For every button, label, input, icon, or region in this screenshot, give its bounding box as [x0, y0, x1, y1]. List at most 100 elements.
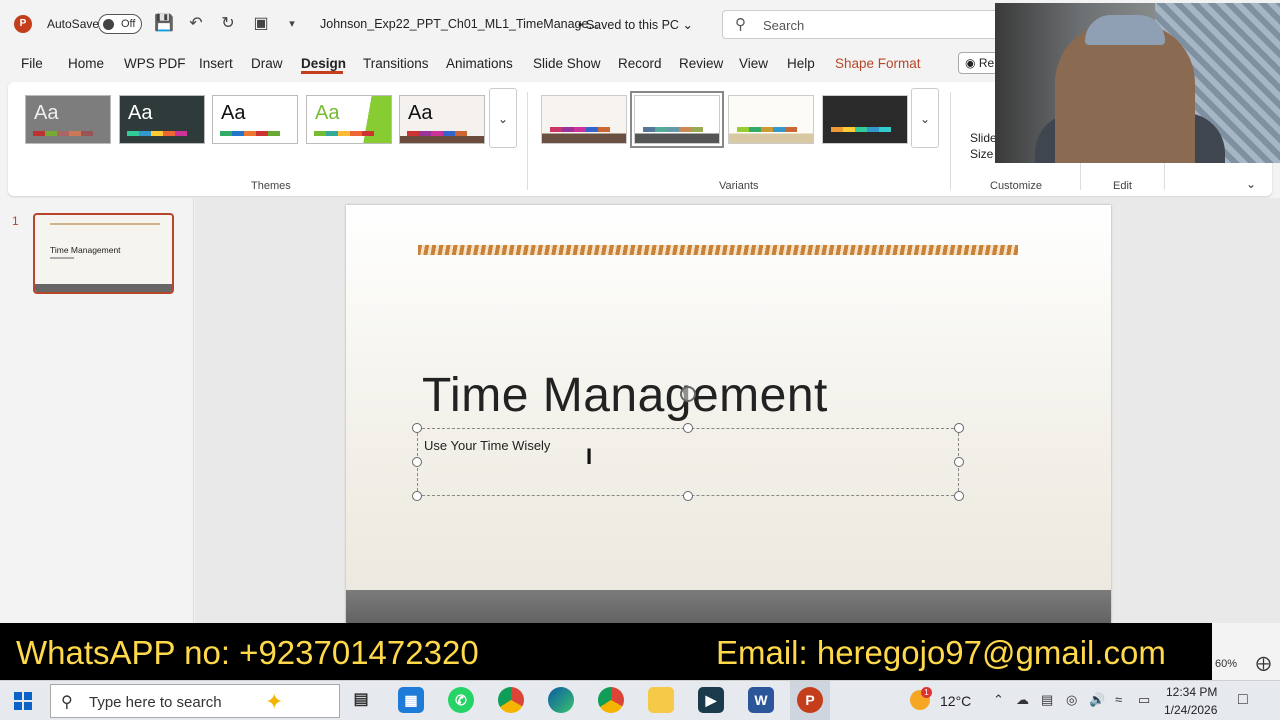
resize-handle[interactable]	[412, 491, 422, 501]
tab-insert[interactable]: Insert	[199, 56, 233, 71]
windows-start-icon[interactable]	[14, 692, 32, 710]
start-logo-square	[24, 702, 32, 710]
autosave-state: Off	[121, 18, 136, 30]
variant-color-swatches	[643, 127, 703, 132]
autosave-toggle[interactable]: Off	[98, 14, 142, 34]
sparkle-icon: ✦	[265, 689, 284, 714]
record-button-label: Re	[978, 56, 995, 70]
clock-date[interactable]: 1/24/2026	[1164, 703, 1217, 717]
variant-thumbnail[interactable]	[822, 95, 908, 144]
fit-to-window-icon[interactable]: ⨁	[1256, 654, 1271, 672]
chrome-profile-icon[interactable]	[598, 687, 624, 713]
volume-icon[interactable]: 🔊	[1089, 692, 1105, 708]
subtitle-text[interactable]: Use Your Time Wisely	[424, 438, 550, 453]
themes-more-button[interactable]: ⌄	[489, 88, 517, 148]
variant-thumbnail[interactable]	[728, 95, 814, 144]
whatsapp-icon[interactable]: ✆	[448, 687, 474, 713]
start-logo-square	[24, 692, 32, 700]
variant-color-swatches	[737, 127, 797, 132]
resize-handle[interactable]	[954, 423, 964, 433]
tab-review[interactable]: Review	[679, 56, 723, 71]
notification-icon[interactable]: □	[1238, 691, 1248, 709]
tab-slide-show[interactable]: Slide Show	[533, 56, 601, 71]
group-divider	[527, 92, 528, 190]
tab-wps-pdf[interactable]: WPS PDF	[124, 56, 186, 71]
rotate-handle-icon[interactable]	[680, 386, 696, 402]
present-icon[interactable]: ▣	[251, 13, 271, 35]
tab-animations[interactable]: Animations	[446, 56, 513, 71]
microphone-icon[interactable]: ◎	[1066, 692, 1077, 708]
variant-thumbnail[interactable]	[541, 95, 627, 144]
contact-banner: WhatsAPP no: +923701472320 Email: herego…	[0, 623, 1212, 680]
search-icon: ⚲	[61, 694, 73, 711]
tab-help[interactable]: Help	[787, 56, 815, 71]
temperature[interactable]: 12°C	[940, 693, 971, 709]
undo-icon[interactable]: ↶	[186, 13, 206, 35]
resize-handle[interactable]	[683, 491, 693, 501]
chevron-down-icon: ⌄	[682, 18, 693, 32]
record-button[interactable]: ◉ Re	[958, 52, 998, 74]
theme-thumbnail[interactable]: Aa	[212, 95, 298, 144]
file-explorer-icon[interactable]	[648, 687, 674, 713]
search-icon: ⚲	[735, 16, 746, 33]
tab-record[interactable]: Record	[618, 56, 662, 71]
start-logo-square	[14, 702, 22, 710]
task-view-icon[interactable]: ▤	[348, 687, 374, 713]
resize-handle[interactable]	[954, 491, 964, 501]
clock-time[interactable]: 12:34 PM	[1166, 685, 1217, 699]
redo-icon[interactable]: ↻	[218, 13, 238, 35]
toggle-knob	[103, 19, 114, 30]
resize-handle[interactable]	[412, 423, 422, 433]
theme-thumbnail[interactable]: Aa	[306, 95, 392, 144]
zoom-level[interactable]: 60%	[1215, 658, 1237, 670]
webcam-person-cap	[1085, 15, 1165, 45]
theme-thumbnail[interactable]: Aa	[119, 95, 205, 144]
slide-canvas[interactable]: Time Management	[346, 205, 1111, 625]
theme-thumbnail[interactable]: Aa	[399, 95, 485, 144]
search-box[interactable]: ⚲ Search	[722, 10, 1002, 39]
chevron-down-icon: ⌄	[497, 112, 509, 126]
tab-shape-format[interactable]: Shape Format	[835, 56, 921, 71]
powerpoint-app-icon: P	[14, 15, 32, 33]
word-icon[interactable]: W	[748, 687, 774, 713]
device-icon[interactable]: ▤	[1041, 692, 1053, 708]
save-icon[interactable]: 💾	[154, 13, 174, 35]
tab-file[interactable]: File	[21, 56, 43, 71]
group-divider	[950, 92, 951, 190]
resize-handle[interactable]	[412, 457, 422, 467]
video-editor-icon[interactable]: ▶	[698, 687, 724, 713]
document-filename[interactable]: Johnson_Exp22_PPT_Ch01_ML1_TimeManage...	[320, 17, 599, 31]
microsoft-store-icon[interactable]: ▦	[398, 687, 424, 713]
variant-color-swatches	[550, 127, 610, 132]
thumbnail-footer	[35, 284, 172, 292]
tab-design[interactable]: Design	[301, 56, 346, 71]
network-icon[interactable]: ≈	[1115, 692, 1122, 707]
cloud-icon[interactable]: ☁	[1016, 692, 1029, 708]
subtitle-textbox[interactable]: Use Your Time Wisely	[417, 428, 959, 496]
resize-handle[interactable]	[683, 423, 693, 433]
powerpoint-icon[interactable]: P	[797, 687, 823, 713]
slide-size-label-line1: Slide	[970, 131, 997, 145]
tab-view[interactable]: View	[739, 56, 768, 71]
variant-thumbnail-selected[interactable]	[630, 91, 724, 148]
theme-thumbnail[interactable]: Aa	[25, 95, 111, 144]
taskbar-search-box[interactable]: ⚲ Type here to search ✦	[50, 684, 340, 718]
tab-home[interactable]: Home	[68, 56, 104, 71]
saved-status[interactable]: • Saved to this PC ⌄	[578, 17, 693, 32]
slide-title[interactable]: Time Management	[422, 368, 828, 423]
tab-transitions[interactable]: Transitions	[363, 56, 429, 71]
slide-size-button[interactable]: Slide Size	[970, 130, 997, 162]
ribbon-collapse-icon[interactable]: ⌄	[1246, 177, 1256, 191]
slide-thumbnail[interactable]: Time Management	[33, 213, 174, 294]
theme-color-swatches	[127, 131, 187, 136]
theme-sample-text: Aa	[128, 102, 153, 124]
tab-draw[interactable]: Draw	[251, 56, 283, 71]
battery-icon[interactable]: ▭	[1138, 692, 1150, 708]
variants-more-button[interactable]: ⌄	[911, 88, 939, 148]
chrome-icon[interactable]	[498, 687, 524, 713]
variant-color-swatches	[831, 127, 891, 132]
edge-icon[interactable]	[548, 687, 574, 713]
show-hidden-icons-icon[interactable]: ⌃	[993, 692, 1004, 708]
customize-quick-access-icon[interactable]: ▾	[282, 13, 302, 35]
resize-handle[interactable]	[954, 457, 964, 467]
